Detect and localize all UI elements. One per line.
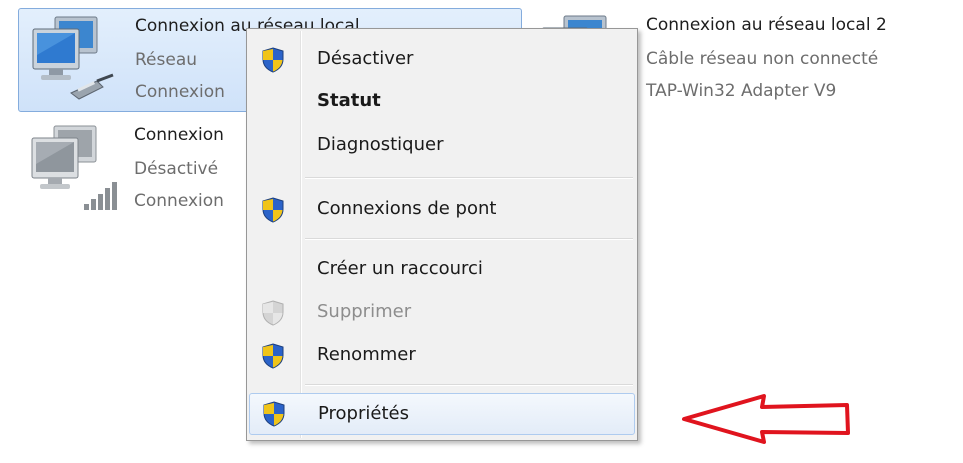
menu-item-label: Créer un raccourci (317, 258, 483, 279)
menu-item-label: Statut (317, 90, 381, 111)
connection-device: Connexion (134, 191, 224, 211)
uac-shield-icon (262, 343, 284, 369)
menu-item-bridge-connections[interactable]: Connexions de pont (249, 189, 635, 229)
connection-status: Désactivé (134, 159, 219, 179)
context-menu: Désactiver Statut Diagnostiquer Connexio… (246, 28, 638, 441)
network-adapter-cable-icon (32, 16, 114, 100)
menu-item-label: Propriétés (318, 403, 409, 424)
menu-item-delete[interactable]: Supprimer (249, 292, 635, 332)
menu-item-label: Désactiver (317, 48, 414, 69)
connection-device: TAP-Win32 Adapter V9 (646, 81, 837, 101)
network-adapter-wireless-icon (31, 125, 117, 210)
red-arrow-icon (682, 394, 850, 444)
uac-shield-icon (262, 300, 284, 326)
menu-item-properties[interactable]: Propriétés (249, 393, 635, 435)
menu-item-status[interactable]: Statut (249, 81, 635, 121)
uac-shield-icon (262, 47, 284, 73)
connection-tile-wireless[interactable]: Connexion Désactivé Connexion (18, 118, 248, 222)
connection-name: Connexion (134, 125, 224, 145)
menu-item-disable[interactable]: Désactiver (249, 39, 635, 79)
menu-item-diagnose[interactable]: Diagnostiquer (249, 125, 635, 165)
uac-shield-icon (262, 197, 284, 223)
menu-item-rename[interactable]: Renommer (249, 335, 635, 375)
uac-shield-icon (263, 401, 285, 427)
connection-status: Câble réseau non connecté (646, 49, 879, 69)
menu-separator (305, 177, 633, 179)
network-connections-window: Connexion au réseau local Réseau Connexi… (0, 0, 963, 463)
menu-item-create-shortcut[interactable]: Créer un raccourci (249, 249, 635, 289)
menu-separator (305, 238, 633, 240)
menu-item-label: Diagnostiquer (317, 134, 444, 155)
menu-separator (305, 384, 633, 386)
menu-item-label: Supprimer (317, 301, 412, 322)
connection-device: Connexion (135, 82, 225, 102)
menu-item-label: Renommer (317, 344, 416, 365)
menu-item-label: Connexions de pont (317, 198, 497, 219)
connection-name: Connexion au réseau local 2 (646, 15, 887, 35)
connection-status: Réseau (135, 50, 198, 70)
